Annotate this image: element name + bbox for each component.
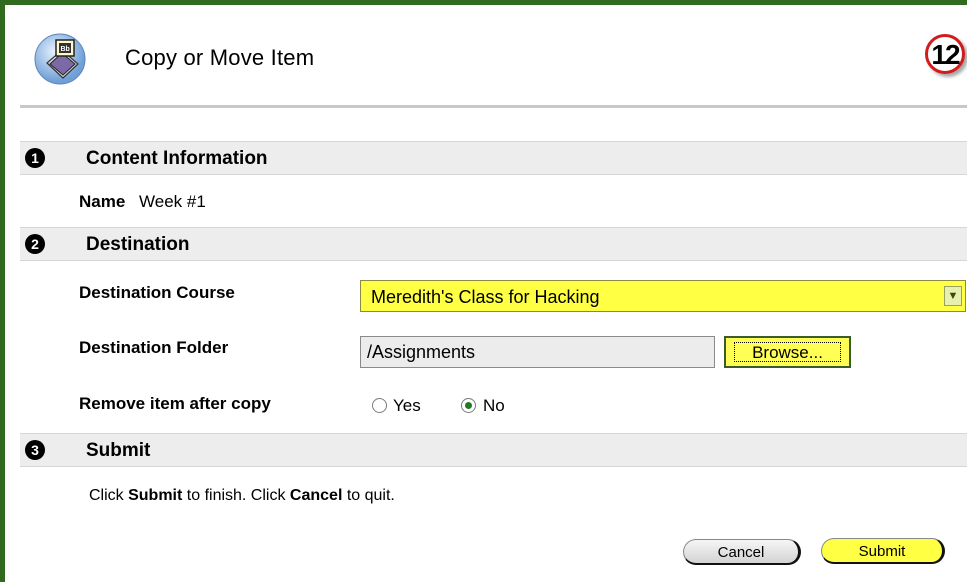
section-title-submit: Submit <box>86 440 151 461</box>
name-label: Name <box>79 192 126 211</box>
remove-no-label: No <box>483 396 505 415</box>
section-content-information: 1 Content Information <box>20 141 967 175</box>
remove-no-radio[interactable] <box>461 398 476 413</box>
section-title-destination: Destination <box>86 234 190 255</box>
section-number-2: 2 <box>25 234 45 254</box>
destination-folder-label: Destination Folder <box>79 338 229 357</box>
section-title-content-information: Content Information <box>86 148 268 169</box>
browse-button-label: Browse... <box>734 342 841 362</box>
submit-button[interactable]: Submit <box>821 538 945 564</box>
submit-instructions: Click Submit to finish. Click Cancel to … <box>89 487 395 504</box>
page-title: Copy or Move Item <box>125 45 315 70</box>
section-destination: 2 Destination <box>20 227 967 261</box>
remove-item-label: Remove item after copy <box>79 394 271 413</box>
header-divider <box>20 105 967 108</box>
browse-button[interactable]: Browse... <box>724 336 851 368</box>
section-number-1: 1 <box>25 148 45 168</box>
chevron-down-icon[interactable]: ▼ <box>944 286 962 306</box>
cancel-button[interactable]: Cancel <box>683 539 801 565</box>
destination-folder-field[interactable]: /Assignments <box>360 336 715 368</box>
page-header: Bb Copy or Move Item 12 <box>33 30 965 90</box>
destination-course-label: Destination Course <box>79 283 235 302</box>
name-value: Week #1 <box>139 192 206 211</box>
section-number-3: 3 <box>25 440 45 460</box>
step-number-badge: 12 <box>925 34 965 74</box>
remove-yes-radio[interactable] <box>372 398 387 413</box>
blackboard-book-icon: Bb <box>33 30 91 88</box>
section-submit: 3 Submit <box>20 433 967 467</box>
svg-text:Bb: Bb <box>61 46 70 53</box>
remove-yes-label: Yes <box>393 396 421 415</box>
destination-course-value: Meredith's Class for Hacking <box>371 287 600 307</box>
destination-course-select[interactable]: Meredith's Class for Hacking ▼ <box>360 280 966 312</box>
